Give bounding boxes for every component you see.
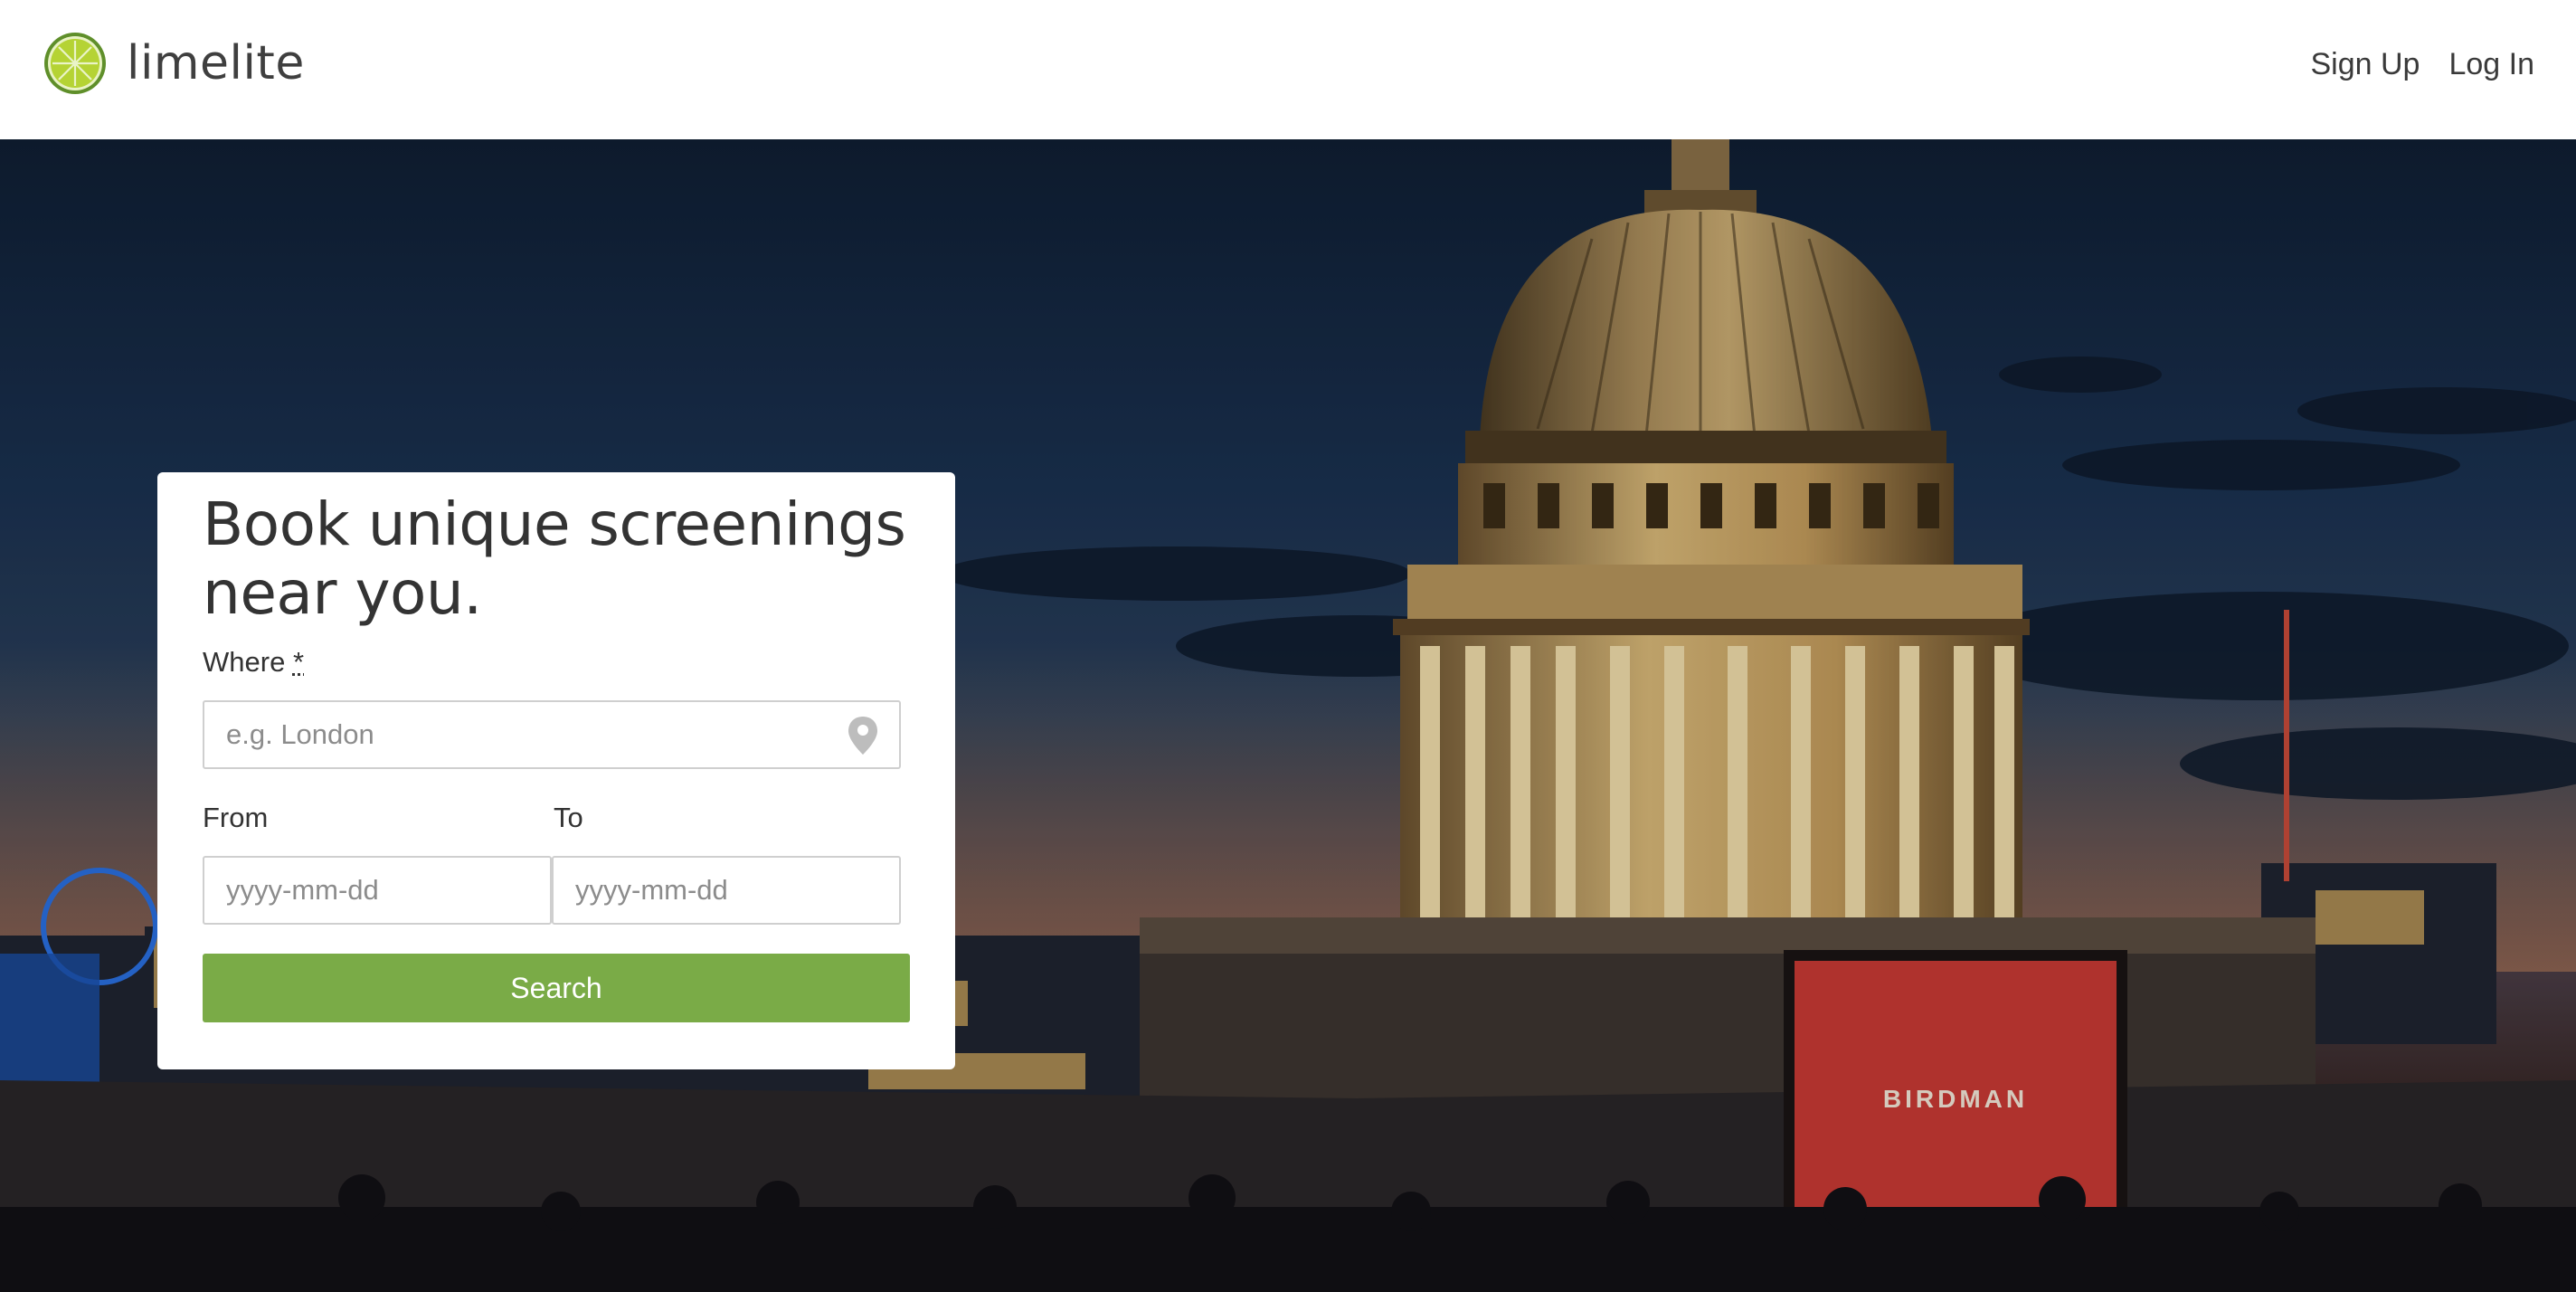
from-date-input[interactable] [203, 856, 552, 925]
brand-logo[interactable]: limelite [43, 31, 305, 96]
required-marker: * [292, 646, 305, 678]
top-nav: Sign Up Log In [2311, 47, 2535, 82]
site-header: limelite Sign Up Log In [0, 0, 2576, 139]
search-card-title: Book unique screenings near you. [203, 489, 906, 628]
from-label: From [203, 802, 269, 833]
lime-slice-icon [44, 33, 106, 94]
to-date-input[interactable] [552, 856, 901, 925]
search-card: Book unique screenings near you. Where *… [157, 472, 955, 1069]
brand-name: limelite [127, 36, 305, 90]
search-button[interactable]: Search [203, 954, 910, 1022]
to-label: To [554, 802, 583, 833]
where-label-text: Where [203, 646, 286, 678]
where-label: Where * [203, 646, 304, 679]
log-in-link[interactable]: Log In [2448, 47, 2534, 82]
map-pin-icon [848, 717, 877, 755]
sign-up-link[interactable]: Sign Up [2311, 47, 2420, 82]
hero-section: BIRDMAN Book unique screenings near you.… [0, 139, 2576, 1292]
where-input[interactable] [203, 700, 901, 769]
